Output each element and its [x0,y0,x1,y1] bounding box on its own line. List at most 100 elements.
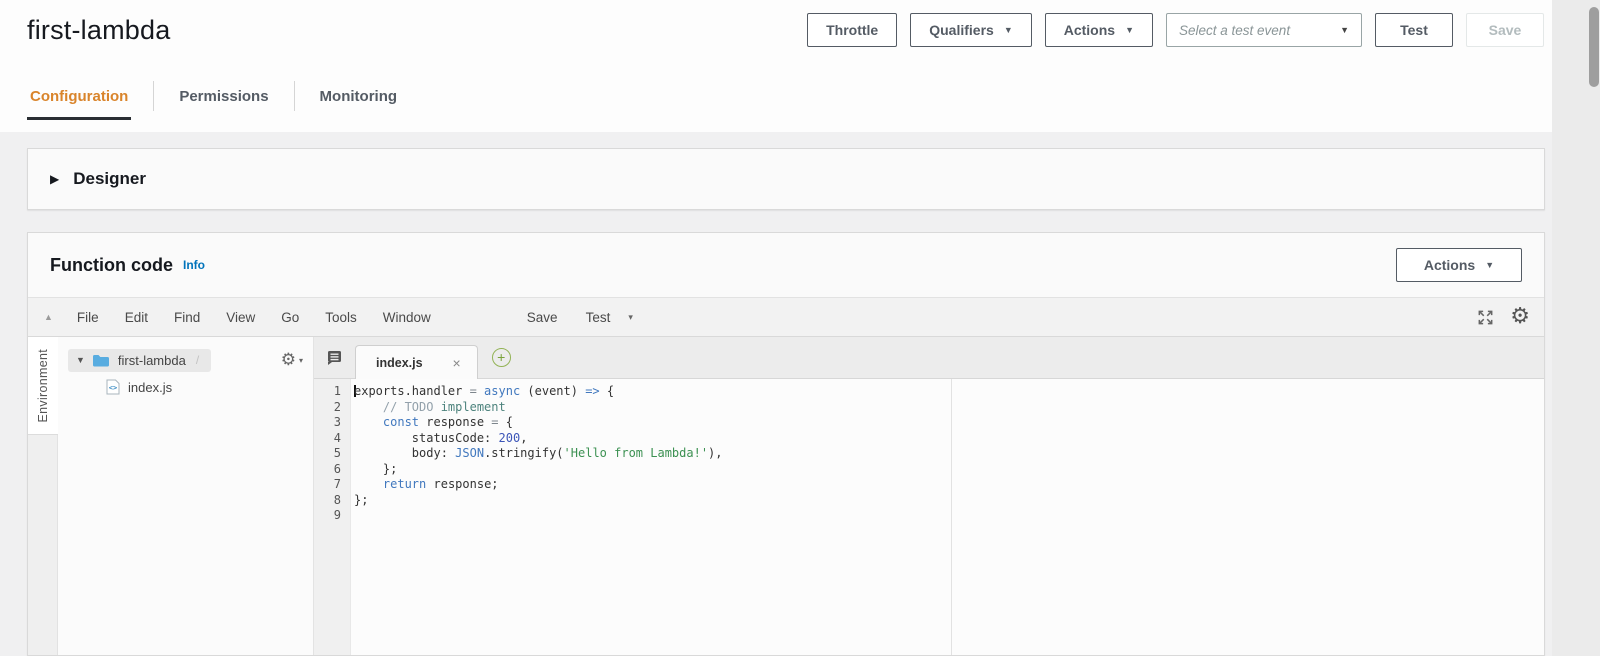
editor-settings-gear-icon[interactable]: ⚙ [1510,306,1530,328]
code-token: { [505,415,513,429]
code-token: return [382,477,427,491]
code-line[interactable]: statusCode: 200, [354,431,1544,447]
tab-divider [293,81,295,111]
menu-view[interactable]: View [226,310,255,325]
code-token: response [419,415,492,429]
line-number[interactable]: 2 [314,400,341,416]
function-code-actions-button[interactable]: Actions ▼ [1396,248,1522,282]
code-token: JSON [455,446,485,460]
caret-down-icon: ▼ [1125,25,1134,35]
menu-edit[interactable]: Edit [125,310,148,325]
code-token: statusCode: [354,430,499,445]
collapse-editor-icon[interactable]: ▲ [44,312,53,322]
new-tab-button[interactable]: + [491,348,511,367]
caret-down-icon: ▼ [1340,25,1349,35]
editor-save-menu[interactable]: Save [527,310,558,325]
code-token: }; [354,461,398,476]
code-token: response; [426,477,499,491]
header-buttons: Throttle Qualifiers ▼ Actions ▼ Select a… [807,13,1544,47]
line-number[interactable]: 5 [314,446,341,462]
tree-expand-caret-icon[interactable]: ▼ [76,355,85,365]
editor-menubar: ▲ File Edit Find View Go Tools Window Save Tes… [28,297,1544,337]
designer-section[interactable]: ▶ Designer [27,148,1545,210]
tab-close-icon[interactable]: × [453,355,461,371]
code-line[interactable]: body: JSON.stringify('Hello from Lambda!… [354,446,1544,462]
code-token: const [382,415,420,429]
page-title: first-lambda [27,14,171,45]
page-scrollbar-thumb[interactable] [1589,7,1599,87]
code-line[interactable] [354,508,1544,524]
menu-find[interactable]: Find [174,310,200,325]
test-event-select[interactable]: Select a test event ▼ [1166,13,1362,47]
code-editor-content[interactable]: exports.handler = async (event) => { // … [351,379,1544,655]
menu-tools[interactable]: Tools [325,310,357,325]
code-line[interactable]: }; [354,462,1544,478]
code-line[interactable]: // TODO implement [354,400,1544,416]
menu-file[interactable]: File [77,310,99,325]
tab-bar: Configuration Permissions Monitoring [0,60,1552,132]
save-button[interactable]: Save [1466,13,1544,47]
code-token: { [599,384,615,398]
actions-button[interactable]: Actions ▼ [1044,13,1153,47]
editor-body: Environment ▼ first-lambda / ⚙ ▾ <> inde… [28,337,1544,655]
throttle-button[interactable]: Throttle [807,13,898,47]
tree-row: ▼ first-lambda / ⚙ ▾ [68,346,303,374]
line-number[interactable]: 4 [314,431,341,447]
svg-text:<>: <> [109,384,117,392]
environment-strip: Environment [28,337,58,655]
tab-monitoring[interactable]: Monitoring [317,60,400,132]
tab-permissions[interactable]: Permissions [176,60,271,132]
line-number[interactable]: 6 [314,462,341,478]
test-button[interactable]: Test [1375,13,1453,47]
page-header: first-lambda Throttle Qualifiers ▼ Actio… [0,0,1552,60]
content-area: ▶ Designer Function code Info Actions ▼ … [0,132,1552,656]
code-line[interactable]: exports.handler = async (event) => { [354,384,1544,400]
line-number[interactable]: 9 [314,508,341,524]
test-event-placeholder: Select a test event [1179,22,1291,38]
info-link[interactable]: Info [183,258,205,272]
line-number[interactable]: 8 [314,493,341,509]
code-token: 'Hello from Lambda!' [563,446,709,460]
page-scrollbar-track[interactable] [1552,0,1600,656]
editor-test-menu[interactable]: Test [586,310,611,325]
test-options-caret-icon[interactable]: ▾ [628,312,633,323]
file-tree: ▼ first-lambda / ⚙ ▾ <> index.js [58,337,314,655]
code-token: }; [354,492,369,507]
editor-tab-indexjs[interactable]: index.js × [355,345,478,379]
editor-tab-bar: index.js × + [314,337,1544,379]
code-token: async [484,384,521,398]
function-code-header: Function code Info Actions ▼ [28,233,1544,297]
line-number-gutter[interactable]: 123456789 [314,379,351,655]
line-number[interactable]: 3 [314,415,341,431]
menu-window[interactable]: Window [383,310,431,325]
tree-settings-button[interactable]: ⚙ ▾ [281,351,303,369]
code-token: body: [354,446,456,460]
tab-divider [153,81,155,111]
editor-menu-items: File Edit Find View Go Tools Window [77,310,431,325]
tab-configuration[interactable]: Configuration [27,60,132,132]
code-line[interactable]: const response = { [354,415,1544,431]
caret-down-icon: ▼ [1003,25,1013,35]
expand-arrow-icon[interactable]: ▶ [50,172,59,186]
code-token: // TODO [382,399,441,414]
code-line[interactable]: return response; [354,477,1544,493]
qualifiers-button[interactable]: Qualifiers ▼ [910,13,1032,47]
function-code-title: Function code [50,254,173,275]
function-code-section: Function code Info Actions ▼ ▲ File Edit F… [27,232,1545,656]
folder-icon [92,354,109,366]
menu-go[interactable]: Go [281,310,299,325]
code-token: (event) [520,384,586,398]
line-number[interactable]: 1 [314,384,341,400]
environment-tab[interactable]: Environment [28,337,58,435]
editor-column: index.js × + 123456789 exports.handler =… [314,337,1544,655]
tree-file-item[interactable]: <> index.js [58,374,313,400]
code-area: 123456789 exports.handler = async (event… [314,379,1544,655]
fullscreen-icon[interactable] [1476,308,1495,327]
line-number[interactable]: 7 [314,477,341,493]
tree-folder-item[interactable]: ▼ first-lambda / [68,348,212,372]
code-line[interactable]: }; [354,493,1544,509]
tab-list-icon[interactable] [326,350,343,365]
